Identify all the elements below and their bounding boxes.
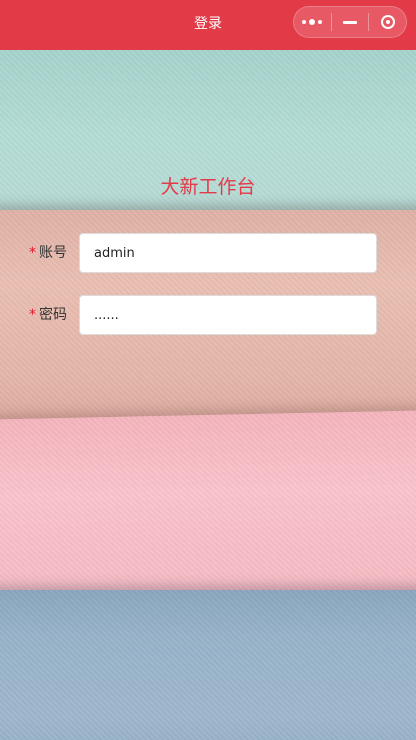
password-label-text: 密码 (39, 307, 67, 323)
mini-program-capsule (293, 6, 407, 38)
password-label: * 密码 (29, 295, 67, 335)
brand-title: 大新工作台 (160, 176, 256, 198)
fabric-background (0, 50, 416, 740)
password-row: * 密码 (0, 295, 416, 335)
background-blue-fabric (0, 590, 416, 740)
close-button[interactable] (369, 7, 406, 37)
account-label-text: 账号 (39, 245, 67, 261)
more-button[interactable] (294, 7, 331, 37)
password-input[interactable] (79, 295, 377, 335)
more-dots-icon (302, 19, 323, 25)
minimize-button[interactable] (332, 7, 369, 37)
required-marker: * (29, 245, 36, 261)
account-row: * 账号 (0, 233, 416, 273)
account-label: * 账号 (29, 233, 67, 273)
target-circle-icon (380, 15, 395, 29)
account-input[interactable] (79, 233, 377, 273)
top-navbar: 登录 (0, 0, 416, 50)
minimize-icon (343, 20, 357, 24)
required-marker: * (29, 307, 36, 323)
